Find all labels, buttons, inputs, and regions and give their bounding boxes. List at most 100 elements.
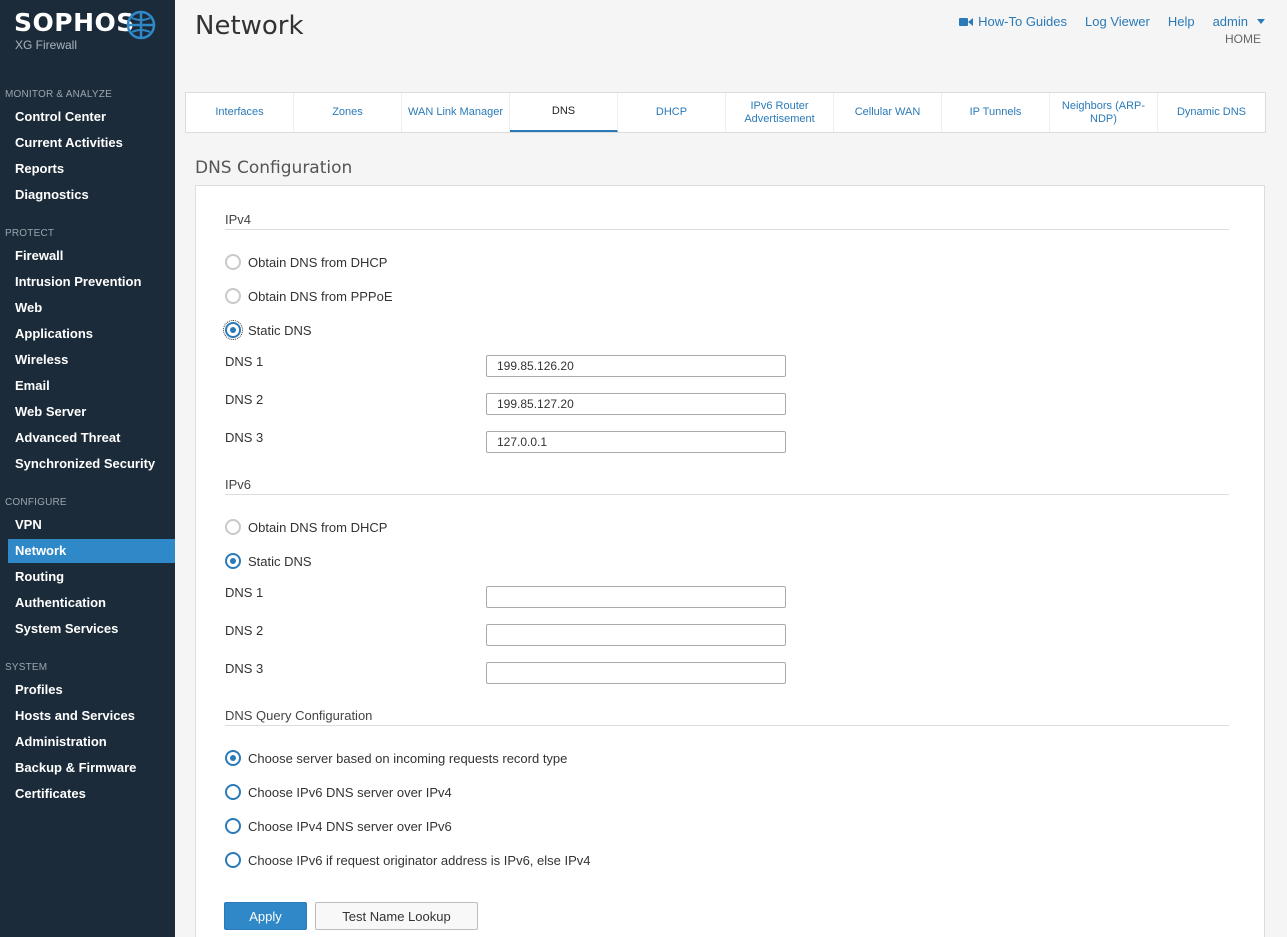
sidebar-item-routing[interactable]: Routing	[8, 565, 175, 589]
ipv6-title: IPv6	[225, 477, 252, 492]
sidebar: SOPHOS XG Firewall MONITOR & ANALYZE Con…	[0, 0, 175, 937]
sidebar-item-reports[interactable]: Reports	[8, 157, 175, 181]
sidebar-item-email[interactable]: Email	[8, 374, 175, 398]
howto-guides-link[interactable]: How-To Guides	[959, 14, 1067, 29]
radio-label: Choose server based on incoming requests…	[248, 750, 568, 766]
query-radio-originator[interactable]: Choose IPv6 if request originator addres…	[225, 852, 591, 868]
ipv4-radio-dhcp[interactable]: Obtain DNS from DHCP	[225, 254, 387, 270]
admin-label: admin	[1212, 14, 1248, 29]
ipv4-title: IPv4	[225, 212, 252, 227]
radio-label: Choose IPv6 DNS server over IPv4	[248, 784, 452, 800]
sidebar-item-wireless[interactable]: Wireless	[8, 348, 175, 372]
ipv6-dns2-input[interactable]	[486, 624, 786, 646]
radio-label: Obtain DNS from DHCP	[248, 519, 388, 535]
ipv6-dns1-label: DNS 1	[225, 585, 264, 600]
admin-user-menu[interactable]: admin	[1213, 14, 1265, 29]
help-link[interactable]: Help	[1168, 14, 1195, 29]
sidebar-item-control-center[interactable]: Control Center	[8, 105, 175, 129]
sidebar-item-web-server[interactable]: Web Server	[8, 400, 175, 424]
tab-neighbors[interactable]: Neighbors (ARP-NDP)	[1050, 93, 1158, 132]
divider	[225, 229, 1229, 230]
query-radio-ipv6-over-ipv4[interactable]: Choose IPv6 DNS server over IPv4	[225, 784, 452, 800]
radio-label: Obtain DNS from PPPoE	[248, 288, 393, 304]
radio-icon[interactable]	[225, 784, 241, 800]
tab-dynamic-dns[interactable]: Dynamic DNS	[1158, 93, 1265, 132]
ipv4-radio-pppoe[interactable]: Obtain DNS from PPPoE	[225, 288, 393, 304]
brand-name: SOPHOS	[14, 8, 135, 37]
ipv6-dns2-label: DNS 2	[225, 623, 264, 638]
page-title: Network	[195, 11, 304, 41]
radio-icon[interactable]	[225, 750, 241, 766]
sidebar-item-applications[interactable]: Applications	[8, 322, 175, 346]
radio-icon[interactable]	[225, 519, 241, 535]
test-name-lookup-button[interactable]: Test Name Lookup	[315, 902, 478, 930]
sidebar-item-profiles[interactable]: Profiles	[8, 678, 175, 702]
query-radio-record-type[interactable]: Choose server based on incoming requests…	[225, 750, 567, 766]
sidebar-item-current-activities[interactable]: Current Activities	[8, 131, 175, 155]
tab-bar: Interfaces Zones WAN Link Manager DNS DH…	[185, 92, 1266, 133]
video-camera-icon	[959, 17, 974, 26]
sophos-logo[interactable]: SOPHOS XG Firewall	[14, 8, 164, 58]
tab-interfaces[interactable]: Interfaces	[186, 93, 294, 132]
ipv4-radio-static[interactable]: Static DNS	[223, 320, 312, 340]
nav-section-monitor: MONITOR & ANALYZE	[5, 89, 112, 100]
ipv4-dns2-label: DNS 2	[225, 392, 264, 407]
radio-icon[interactable]	[225, 852, 241, 868]
sidebar-item-intrusion-prevention[interactable]: Intrusion Prevention	[8, 270, 175, 294]
sidebar-item-system-services[interactable]: System Services	[8, 617, 175, 641]
sidebar-item-firewall[interactable]: Firewall	[8, 244, 175, 268]
ipv4-dns3-label: DNS 3	[225, 430, 264, 445]
divider	[225, 494, 1229, 495]
sidebar-item-synchronized-security[interactable]: Synchronized Security	[8, 452, 175, 476]
ipv6-radio-static[interactable]: Static DNS	[225, 553, 312, 569]
sidebar-item-advanced-threat[interactable]: Advanced Threat	[8, 426, 175, 450]
nav-section-configure: CONFIGURE	[5, 497, 67, 508]
tab-dhcp[interactable]: DHCP	[618, 93, 726, 132]
log-viewer-label: Log Viewer	[1085, 14, 1150, 29]
globe-icon	[126, 10, 156, 40]
sidebar-item-administration[interactable]: Administration	[8, 730, 175, 754]
tab-wan-link-manager[interactable]: WAN Link Manager	[402, 93, 510, 132]
radio-label: Choose IPv6 if request originator addres…	[248, 852, 591, 868]
product-name: XG Firewall	[15, 38, 78, 52]
ipv4-dns1-input[interactable]	[486, 355, 786, 377]
log-viewer-link[interactable]: Log Viewer	[1085, 14, 1150, 29]
query-radio-ipv4-over-ipv6[interactable]: Choose IPv4 DNS server over IPv6	[225, 818, 452, 834]
ipv4-dns3-input[interactable]	[486, 431, 786, 453]
radio-label: Static DNS	[248, 322, 312, 338]
radio-label: Static DNS	[248, 553, 312, 569]
radio-icon[interactable]	[223, 320, 243, 340]
ipv6-radio-dhcp[interactable]: Obtain DNS from DHCP	[225, 519, 387, 535]
divider	[225, 725, 1229, 726]
ipv6-dns3-input[interactable]	[486, 662, 786, 684]
tab-cellular-wan[interactable]: Cellular WAN	[834, 93, 942, 132]
sidebar-item-vpn[interactable]: VPN	[8, 513, 175, 537]
sidebar-item-diagnostics[interactable]: Diagnostics	[8, 183, 175, 207]
help-label: Help	[1167, 14, 1195, 29]
ipv4-dns2-input[interactable]	[486, 393, 786, 415]
radio-icon[interactable]	[225, 818, 241, 834]
nav-section-protect: PROTECT	[5, 228, 55, 239]
top-links: How-To Guides Log Viewer Help admin	[959, 14, 1265, 29]
radio-icon[interactable]	[225, 288, 241, 304]
caret-down-icon	[1257, 19, 1265, 24]
sidebar-item-network[interactable]: Network	[8, 539, 175, 563]
tab-dns[interactable]: DNS	[510, 93, 618, 132]
sidebar-item-web[interactable]: Web	[8, 296, 175, 320]
sidebar-item-certificates[interactable]: Certificates	[8, 782, 175, 806]
apply-button[interactable]: Apply	[224, 902, 307, 930]
radio-icon[interactable]	[225, 254, 241, 270]
radio-icon[interactable]	[225, 553, 241, 569]
query-config-title: DNS Query Configuration	[225, 708, 373, 723]
sidebar-item-hosts-and-services[interactable]: Hosts and Services	[8, 704, 175, 728]
tab-zones[interactable]: Zones	[294, 93, 402, 132]
nav-section-system: SYSTEM	[5, 662, 48, 673]
howto-guides-label: How-To Guides	[978, 14, 1068, 29]
radio-label: Obtain DNS from DHCP	[248, 254, 388, 270]
ipv6-dns1-input[interactable]	[486, 586, 786, 608]
dns-config-panel: IPv4 Obtain DNS from DHCP Obtain DNS fro…	[195, 185, 1265, 937]
sidebar-item-backup-firmware[interactable]: Backup & Firmware	[8, 756, 175, 780]
tab-ipv6-router-advertisement[interactable]: IPv6 Router Advertisement	[726, 93, 834, 132]
sidebar-item-authentication[interactable]: Authentication	[8, 591, 175, 615]
tab-ip-tunnels[interactable]: IP Tunnels	[942, 93, 1050, 132]
